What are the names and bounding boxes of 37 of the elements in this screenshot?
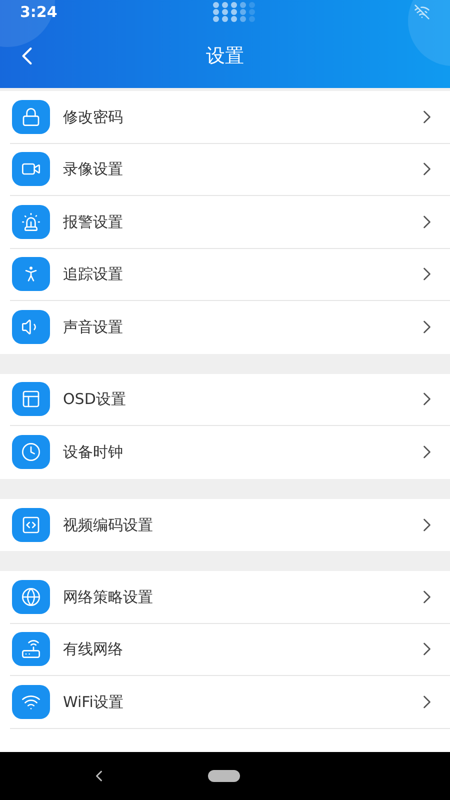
settings-row[interactable]: 追踪设置 (10, 248, 450, 301)
row-label: 有线网络 (63, 639, 124, 660)
row-label: 追踪设置 (63, 264, 124, 285)
row-label: 网络策略设置 (63, 586, 154, 608)
row-label: 视频编码设置 (63, 514, 154, 536)
wifi-icon (12, 684, 50, 719)
row-label: 报警设置 (63, 212, 124, 232)
settings-row[interactable]: 有线网络 (10, 624, 450, 676)
settings-row[interactable]: 设备时钟 (10, 426, 450, 478)
settings-row[interactable]: 视频编码设置 (10, 498, 450, 551)
settings-row[interactable]: 修改密码 (10, 91, 450, 144)
status-time: 3:24 (20, 2, 58, 23)
page-title: 设置 (206, 44, 244, 69)
siren-icon (12, 204, 50, 239)
settings-row[interactable]: OSD设置 (10, 374, 450, 426)
settings-row[interactable]: 声音设置 (10, 301, 450, 354)
home-pill[interactable] (208, 770, 240, 782)
settings-row[interactable]: WiFi设置 (10, 676, 450, 728)
globe-icon (12, 580, 50, 614)
settings-row[interactable]: 网络策略设置 (10, 571, 450, 624)
code-icon (12, 508, 50, 542)
row-label: 录像设置 (63, 159, 124, 180)
row-label: OSD设置 (63, 389, 127, 410)
panel-icon (12, 382, 50, 416)
lock-icon (12, 100, 50, 134)
row-label: WiFi设置 (63, 692, 124, 712)
camera-icon (12, 152, 50, 186)
row-label: 声音设置 (63, 317, 124, 338)
settings-row[interactable]: 报警设置 (10, 196, 450, 248)
wifi-off-icon (414, 4, 430, 20)
router-icon (12, 632, 50, 666)
row-label: 设备时钟 (63, 442, 124, 463)
speaker-icon (12, 310, 50, 344)
row-label: 修改密码 (63, 106, 124, 128)
clock-icon (12, 435, 50, 470)
settings-row[interactable]: 录像设置 (10, 144, 450, 196)
person-icon (12, 257, 50, 292)
